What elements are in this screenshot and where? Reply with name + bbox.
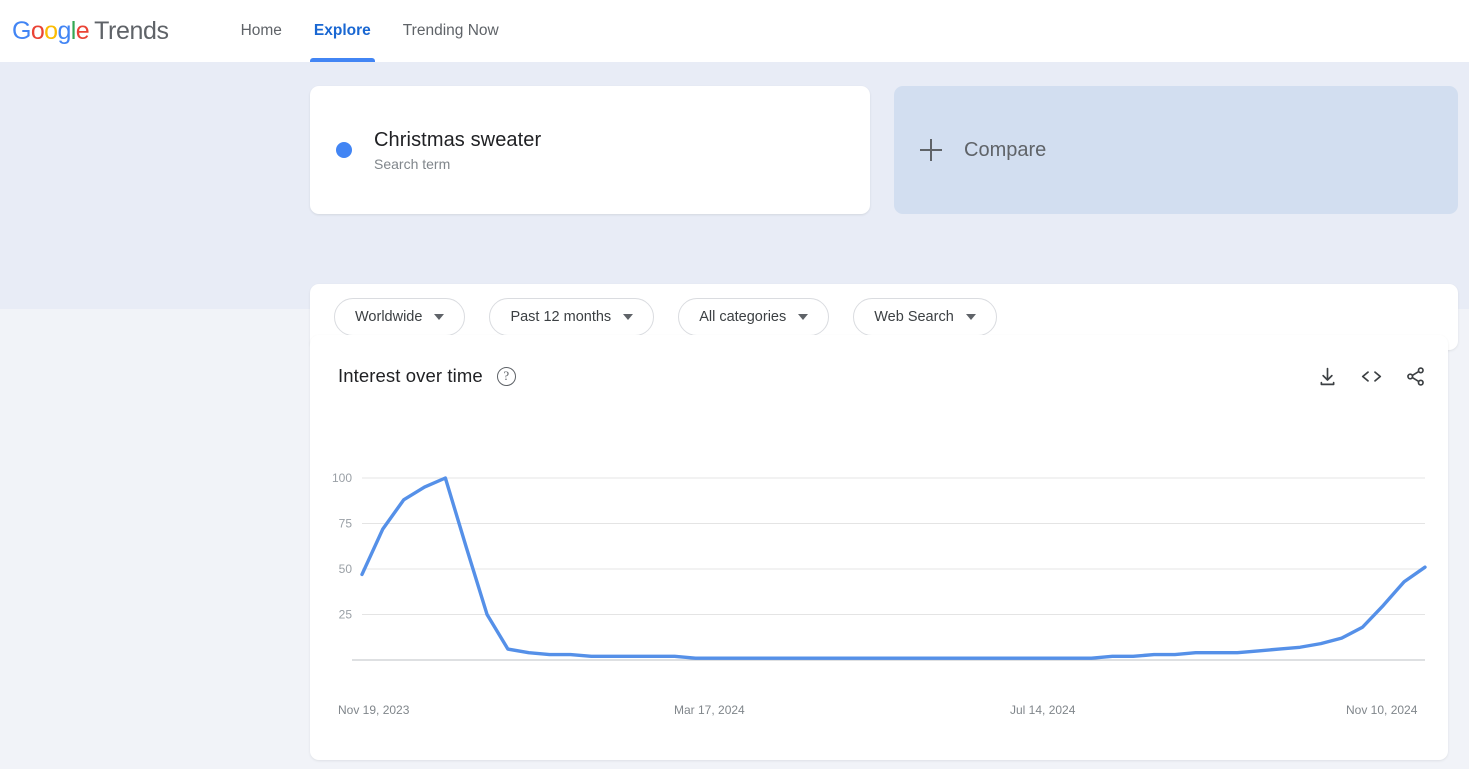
filter-category[interactable]: All categories: [678, 298, 830, 336]
google-trends-logo[interactable]: Google Trends: [12, 17, 169, 46]
google-wordmark: Google: [12, 16, 90, 46]
filter-time-range-label: Past 12 months: [510, 309, 612, 325]
logo-letter-G: G: [12, 16, 31, 45]
nav-item-home[interactable]: Home: [225, 0, 298, 62]
search-terms-row: Christmas sweater Search term Compare: [310, 86, 1458, 214]
chevron-down-icon: [798, 314, 809, 320]
plus-icon: [920, 139, 943, 161]
chart-title: Interest over time: [338, 365, 483, 386]
interest-over-time-plot[interactable]: 25 50 75 100: [310, 460, 1448, 700]
trends-wordmark: Trends: [94, 16, 169, 45]
chevron-down-icon: [434, 314, 445, 320]
chart-x-axis-labels: Nov 19, 2023 Mar 17, 2024 Jul 14, 2024 N…: [310, 703, 1448, 721]
logo-letter-o1: o: [30, 16, 45, 45]
compare-button[interactable]: Compare: [894, 86, 1458, 214]
chevron-down-icon: [965, 314, 976, 320]
logo-letter-e: e: [75, 16, 90, 45]
x-tick-label-3: Nov 10, 2024: [1346, 703, 1418, 717]
nav-item-explore-label: Explore: [313, 22, 371, 39]
search-term-subtitle: Search term: [374, 155, 451, 172]
search-term-card[interactable]: Christmas sweater Search term: [310, 86, 871, 214]
interest-over-time-card: Interest over time ? 25 50 75 100 Nov 19…: [310, 335, 1448, 760]
search-term-title: Christmas sweater: [374, 128, 542, 151]
filter-search-type[interactable]: Web Search: [853, 298, 997, 336]
chevron-down-icon: [623, 314, 634, 320]
x-tick-label-0: Nov 19, 2023: [338, 703, 410, 717]
chart-svg: 25 50 75 100: [332, 471, 1427, 661]
share-icon[interactable]: [1405, 366, 1426, 387]
filter-search-type-label: Web Search: [874, 309, 954, 325]
embed-icon[interactable]: [1360, 366, 1383, 387]
query-band: Christmas sweater Search term Compare Wo…: [0, 62, 1469, 350]
x-tick-label-2: Jul 14, 2024: [1010, 703, 1076, 717]
logo-letter-g: g: [57, 16, 71, 45]
y-tick-label: 75: [339, 517, 353, 531]
series-line-christmas-sweater: [360, 476, 1427, 660]
filter-category-label: All categories: [699, 309, 787, 325]
chart-title-wrap: Interest over time ?: [338, 365, 516, 387]
nav-item-home-label: Home: [240, 22, 282, 39]
chart-actions: [1317, 366, 1426, 387]
google-trends-page: Google Trends Home Explore Trending Now …: [0, 0, 1469, 769]
y-tick-label: 100: [332, 471, 352, 485]
filter-time-range[interactable]: Past 12 months: [489, 298, 655, 336]
main-nav: Home Explore Trending Now: [225, 0, 515, 62]
compare-label: Compare: [964, 138, 1047, 161]
x-tick-label-1: Mar 17, 2024: [674, 703, 745, 717]
download-icon[interactable]: [1317, 366, 1338, 387]
help-icon[interactable]: ?: [496, 366, 516, 386]
y-tick-label: 50: [339, 562, 353, 576]
series-color-dot-icon: [336, 142, 352, 158]
nav-item-explore[interactable]: Explore: [298, 0, 387, 62]
filter-location-label: Worldwide: [355, 309, 423, 325]
filter-location[interactable]: Worldwide: [334, 298, 466, 336]
y-tick-label: 25: [339, 608, 353, 622]
nav-item-trending-now-label: Trending Now: [402, 22, 499, 39]
search-term-texts: Christmas sweater Search term: [374, 129, 541, 172]
top-navigation-bar: Google Trends Home Explore Trending Now: [0, 0, 1469, 62]
nav-item-trending-now[interactable]: Trending Now: [387, 0, 515, 62]
chart-header: Interest over time ?: [338, 365, 1426, 387]
logo-letter-o2: o: [44, 16, 58, 45]
